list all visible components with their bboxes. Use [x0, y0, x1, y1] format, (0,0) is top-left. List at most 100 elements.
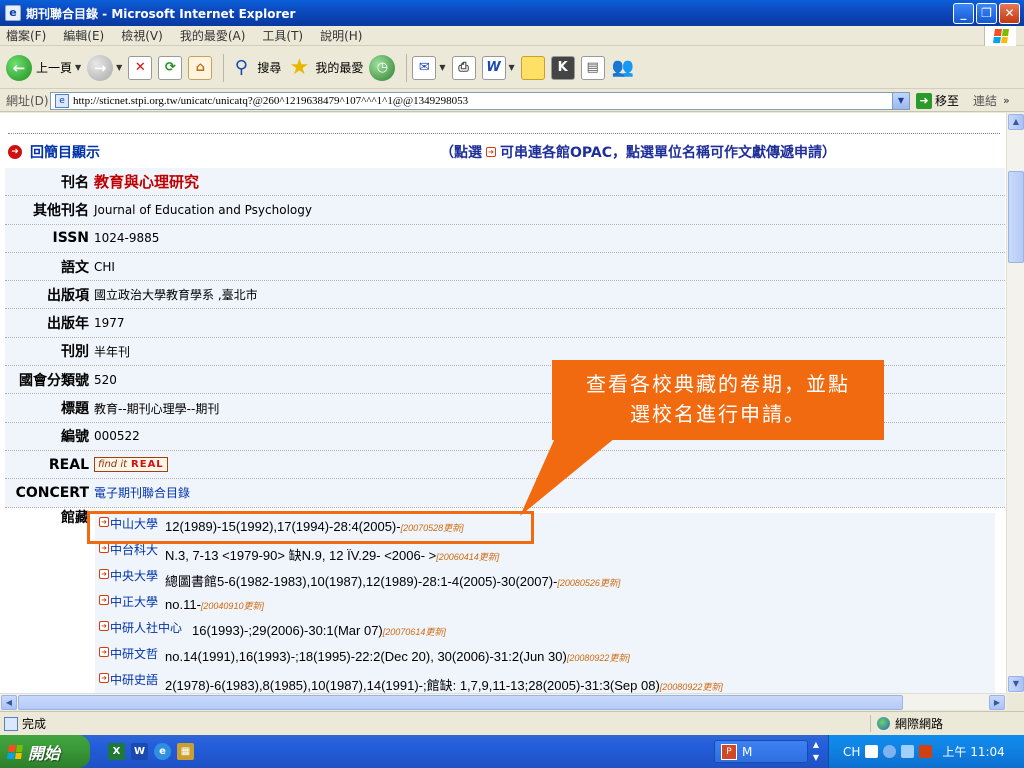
excel-icon[interactable]: X	[108, 743, 125, 760]
messenger-button[interactable]: 👥	[611, 56, 635, 80]
scroll-right-icon[interactable]: ▶	[989, 695, 1005, 710]
opac-link-icon[interactable]: ➜	[99, 569, 109, 579]
ie-page-icon: e	[5, 5, 21, 21]
task-label: M	[742, 744, 753, 759]
chevron-right-icon[interactable]: »	[1003, 94, 1010, 107]
media-button[interactable]: ▤	[580, 55, 605, 80]
chevron-down-icon[interactable]: ▼	[75, 63, 81, 72]
back-to-list-link[interactable]: ➜ 回簡目顯示	[8, 142, 100, 162]
go-button[interactable]: ➜ 移至	[916, 92, 959, 109]
vertical-scroll-thumb[interactable]	[1008, 171, 1024, 263]
menu-help[interactable]: 說明(H)	[320, 27, 362, 44]
menu-view[interactable]: 檢視(V)	[121, 27, 163, 44]
opac-link-icon[interactable]: ➜	[99, 621, 109, 631]
library-link[interactable]: 中研史語	[110, 671, 158, 688]
stop-button[interactable]: ✕	[128, 55, 153, 80]
field-key: 刊別	[5, 337, 89, 366]
star-icon: ★	[289, 55, 310, 80]
findit-real-button[interactable]: find it REAL	[94, 457, 168, 473]
history-button[interactable]: ◷	[369, 54, 396, 81]
holding-item: ➜ 中研文哲 no.14(1991),16(1993)-;18(1995)-22…	[95, 643, 995, 669]
ime-icon[interactable]	[865, 745, 879, 758]
real-label: REAL	[131, 459, 164, 471]
menu-favorites[interactable]: 我的最愛(A)	[180, 27, 246, 44]
library-link[interactable]: 中研人社中心	[110, 619, 182, 636]
history-icon: ◷	[369, 54, 396, 81]
messenger-icon: 👥	[611, 57, 634, 78]
network-icon[interactable]	[901, 745, 915, 758]
chevron-down-icon[interactable]: ▼	[439, 63, 445, 72]
horizontal-scroll-thumb[interactable]	[18, 695, 903, 710]
chevron-down-icon[interactable]: ▼	[116, 63, 122, 72]
update-date: [20040910更新]	[200, 601, 264, 611]
discuss-button[interactable]	[520, 55, 545, 80]
library-link[interactable]: 中正大學	[110, 593, 158, 610]
opac-link-icon[interactable]: ➜	[99, 647, 109, 657]
clock[interactable]: 上午 11:04	[942, 743, 1004, 760]
refresh-icon: ⟳	[158, 55, 183, 80]
toolbar: ← 上一頁 ▼ → ▼ ✕ ⟳ ⌂ ⚲ 搜尋 ★ 我的最愛 ◷ ✉ ▼ ⎙ W …	[0, 47, 1024, 89]
print-button[interactable]: ⎙	[451, 55, 476, 80]
search-button[interactable]: ⚲ 搜尋	[229, 56, 282, 80]
minimize-button[interactable]: _	[953, 3, 974, 24]
edit-word-button[interactable]: W ▼	[481, 55, 515, 80]
opac-link-icon[interactable]: ➜	[99, 543, 109, 553]
menu-tools[interactable]: 工具(T)	[262, 27, 303, 44]
start-button[interactable]: 開始	[0, 735, 90, 768]
field-key: 出版年	[5, 309, 89, 337]
links-button[interactable]: 連結	[973, 92, 997, 109]
instruction-callout: 查看各校典藏的卷期，並點 選校名進行申請。	[552, 360, 884, 440]
hint-suffix: 可串連各館OPAC，點選單位名稱可作文獻傳遞申請）	[500, 145, 836, 161]
vertical-scrollbar[interactable]: ▲ ▼	[1006, 113, 1024, 693]
mail-button[interactable]: ✉ ▼	[412, 55, 446, 80]
holdings-key: 館藏	[61, 510, 89, 526]
language-indicator[interactable]: CH	[843, 745, 860, 759]
home-button[interactable]: ⌂	[188, 55, 213, 80]
field-value: Journal of Education and Psychology	[89, 196, 1005, 224]
system-tray: CH 上午 11:04	[828, 735, 1024, 768]
chevron-left-icon[interactable]	[883, 745, 897, 758]
maximize-button[interactable]: ❐	[976, 3, 997, 24]
taskbar-scroll[interactable]: ▲ ▼	[810, 738, 822, 766]
findit-label: find it	[98, 459, 128, 471]
scroll-left-icon[interactable]: ◀	[1, 695, 17, 710]
title-bar[interactable]: e 期刊聯合目錄 - Microsoft Internet Explorer _…	[0, 0, 1024, 26]
research-button[interactable]: K	[550, 55, 575, 80]
field-key: ISSN	[5, 224, 89, 252]
link-icon: ➜	[486, 147, 496, 157]
library-link[interactable]: 中研文哲	[110, 645, 158, 662]
scroll-down-icon[interactable]: ▼	[1008, 676, 1024, 692]
address-bar: 網址(D) e http://sticnet.stpi.org.tw/unica…	[0, 90, 1024, 112]
horizontal-scrollbar[interactable]: ◀ ▶	[0, 693, 1006, 710]
field-row: 出版年 1977	[5, 309, 1005, 338]
ie-icon[interactable]: e	[154, 743, 171, 760]
address-input[interactable]: e http://sticnet.stpi.org.tw/unicatc/uni…	[50, 91, 910, 110]
chevron-down-icon[interactable]: ▼	[509, 63, 515, 72]
back-button[interactable]: ← 上一頁 ▼	[6, 54, 81, 81]
arrow-right-icon: ➜	[8, 145, 22, 159]
word-icon[interactable]: W	[131, 743, 148, 760]
menu-file[interactable]: 檔案(F)	[6, 27, 46, 44]
desktop-icon[interactable]: ▦	[177, 743, 194, 760]
library-link[interactable]: 中央大學	[110, 567, 158, 584]
field-key: 刊名	[5, 168, 89, 196]
chevron-down-icon[interactable]: ▼	[892, 92, 909, 109]
address-url[interactable]: http://sticnet.stpi.org.tw/unicatc/unica…	[73, 95, 468, 107]
holding-item: ➜ 中研史語 2(1978)-6(1983),8(1985),10(1987),…	[95, 669, 995, 693]
antivirus-icon[interactable]	[919, 745, 933, 758]
close-button[interactable]: ✕	[999, 3, 1020, 24]
favorites-button[interactable]: ★ 我的最愛	[287, 55, 363, 80]
forward-button[interactable]: → ▼	[87, 54, 122, 81]
opac-link-icon[interactable]: ➜	[99, 595, 109, 605]
taskbar-powerpoint-button[interactable]: P M	[714, 740, 808, 763]
field-row: CONCERT 電子期刊聯合目錄	[5, 479, 1005, 508]
menu-edit[interactable]: 編輯(E)	[63, 27, 104, 44]
refresh-button[interactable]: ⟳	[158, 55, 183, 80]
opac-link-icon[interactable]: ➜	[99, 673, 109, 683]
opac-hint: （點選 ➜ 可串連各館OPAC，點選單位名稱可作文獻傳遞申請）	[440, 142, 836, 162]
scroll-up-icon[interactable]: ▲	[1008, 114, 1024, 130]
search-icon: ⚲	[234, 57, 248, 78]
holding-volumes: 16(1993)-;29(2006)-30:1(Mar 07)[20070614…	[192, 623, 446, 638]
hint-prefix: （點選	[440, 145, 482, 161]
scroll-corner	[1006, 693, 1024, 710]
